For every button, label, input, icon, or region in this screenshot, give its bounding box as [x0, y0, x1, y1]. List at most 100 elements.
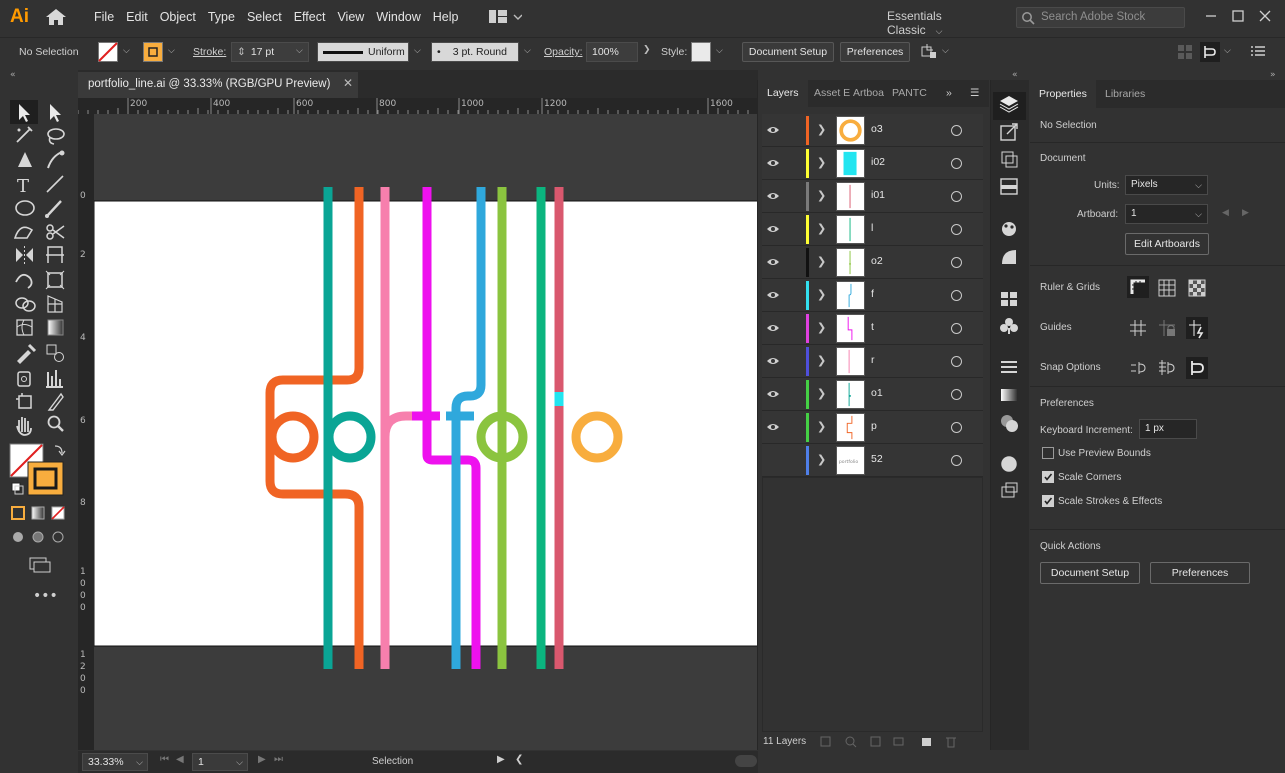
menu-view[interactable]: View [331, 0, 370, 34]
horizontal-scrollbar[interactable] [735, 755, 757, 767]
expand-arrow-icon[interactable]: ❯ [817, 320, 827, 335]
tab-properties[interactable]: Properties [1030, 80, 1096, 108]
expand-arrow-icon[interactable]: ❯ [817, 221, 827, 236]
layer-target-icon[interactable] [951, 290, 962, 301]
tab-artboards[interactable]: Artboa [853, 80, 884, 107]
visibility-eye-icon[interactable] [766, 157, 780, 169]
opacity-field[interactable]: 100% [586, 42, 638, 62]
layer-target-icon[interactable] [951, 389, 962, 400]
snap-to-point-icon[interactable] [1127, 357, 1149, 379]
grid-icon[interactable] [1156, 277, 1178, 299]
layer-row[interactable]: ❯ p [762, 411, 983, 444]
snap-to-pixel-active-icon[interactable] [1186, 357, 1208, 379]
expand-arrow-icon[interactable]: ❯ [817, 188, 827, 203]
layer-target-icon[interactable] [951, 422, 962, 433]
menu-type[interactable]: Type [202, 0, 241, 34]
visibility-eye-icon[interactable] [766, 322, 780, 334]
menu-window[interactable]: Window [370, 0, 426, 34]
layer-row[interactable]: ❯ l [762, 213, 983, 246]
visibility-eye-icon[interactable] [766, 256, 780, 268]
units-dropdown[interactable]: Pixels ⌵ [1125, 175, 1208, 195]
layer-name[interactable]: t [871, 321, 874, 333]
tab-libraries[interactable]: Libraries [1105, 80, 1145, 108]
artboard-dropdown-icon[interactable]: ⌵ [236, 754, 243, 770]
layer-row[interactable]: ❯ o1 [762, 378, 983, 411]
collapse-toolbar-icon[interactable]: « [10, 70, 16, 80]
maximize-icon[interactable] [1230, 8, 1246, 24]
layer-name[interactable]: i02 [871, 156, 885, 168]
first-artboard-icon[interactable]: ⏮ [160, 754, 169, 765]
horizontal-ruler[interactable]: 200 400 600 800 1000 1200 1600 [78, 98, 758, 114]
layer-target-icon[interactable] [951, 125, 962, 136]
layer-target-icon[interactable] [951, 257, 962, 268]
layer-name[interactable]: o2 [871, 255, 883, 267]
layer-target-icon[interactable] [951, 356, 962, 367]
layer-row[interactable]: ❯ o2 [762, 246, 983, 279]
menu-help[interactable]: Help [427, 0, 465, 34]
layer-name[interactable]: 52 [871, 453, 883, 465]
brush-definition[interactable]: • 3 pt. Round [431, 42, 519, 62]
visibility-eye-icon[interactable] [766, 388, 780, 400]
menu-edit[interactable]: Edit [120, 0, 154, 34]
quick-preferences-button[interactable]: Preferences [1150, 562, 1250, 584]
layer-row[interactable]: ❯ t [762, 312, 983, 345]
status-menu-icon[interactable]: ▶ [497, 754, 505, 765]
visibility-eye-icon[interactable] [766, 421, 780, 433]
expand-arrow-icon[interactable]: ❯ [817, 419, 827, 434]
layer-row[interactable]: ❯ i01 [762, 180, 983, 213]
close-tab-icon[interactable]: ✕ [341, 76, 355, 90]
last-artboard-icon[interactable]: ⏭ [274, 754, 283, 765]
layer-row[interactable]: ❯ i02 [762, 147, 983, 180]
minimize-icon[interactable] [1203, 8, 1219, 24]
layer-row[interactable]: ❯ portfolio 52 [762, 444, 983, 477]
artwork[interactable] [94, 114, 758, 750]
artboard-navigator[interactable]: 1 ⌵ [192, 753, 248, 771]
graphic-style-swatch[interactable] [691, 42, 711, 62]
transparency-grid-icon[interactable] [1186, 277, 1208, 299]
next-artboard-icon[interactable]: ▶ [258, 754, 266, 765]
expand-arrow-icon[interactable]: ❯ [817, 155, 827, 170]
expand-arrow-icon[interactable]: ❯ [817, 386, 827, 401]
layers-menu-icon[interactable]: ☰ [970, 80, 979, 107]
keyboard-increment-field[interactable]: 1 px [1139, 419, 1197, 439]
lock-guides-icon[interactable] [1156, 317, 1178, 339]
snap-to-grid-icon[interactable] [1156, 357, 1178, 379]
tab-asset-export[interactable]: Asset E [814, 80, 850, 107]
layer-target-icon[interactable] [951, 191, 962, 202]
edit-artboards-button[interactable]: Edit Artboards [1125, 233, 1209, 255]
menu-file[interactable]: File [88, 0, 120, 34]
variable-width-profile[interactable]: Uniform [317, 42, 409, 62]
stroke-dropdown-icon[interactable]: ⌵ [168, 46, 175, 56]
smart-guides-icon[interactable] [1186, 317, 1208, 339]
brush-dropdown-icon[interactable]: ⌵ [524, 46, 531, 56]
menu-select[interactable]: Select [241, 0, 288, 34]
visibility-eye-icon[interactable] [766, 190, 780, 202]
document-tab[interactable]: portfolio_line.ai @ 33.33% (RGB/GPU Prev… [78, 72, 358, 98]
menu-effect[interactable]: Effect [288, 0, 332, 34]
visibility-eye-icon[interactable] [766, 289, 780, 301]
scale-strokes-checkbox[interactable] [1042, 495, 1054, 507]
previous-artboard-icon[interactable]: ◀ [1222, 208, 1229, 218]
scroll-left-icon[interactable]: ❮ [515, 754, 523, 765]
stroke-label[interactable]: Stroke: [193, 46, 226, 58]
arrange-documents-icon[interactable] [488, 9, 522, 25]
layer-target-icon[interactable] [951, 323, 962, 334]
arrange-dropdown-icon[interactable]: ⌵ [942, 46, 949, 56]
layer-target-icon[interactable] [951, 224, 962, 235]
document-setup-button[interactable]: Document Setup [742, 42, 834, 62]
style-dropdown-icon[interactable]: ⌵ [716, 46, 723, 56]
use-preview-bounds-checkbox[interactable] [1042, 447, 1054, 459]
opacity-label[interactable]: Opacity: [544, 46, 583, 58]
expand-arrow-icon[interactable]: ❯ [817, 254, 827, 269]
layer-name[interactable]: o1 [871, 387, 883, 399]
artboard-dropdown[interactable]: 1 ⌵ [1125, 204, 1208, 224]
snap-to-pixel-icon[interactable] [1200, 42, 1220, 62]
layer-row[interactable]: ❯ r [762, 345, 983, 378]
stroke-weight-dropdown-icon[interactable]: ⌵ [296, 46, 303, 56]
preferences-button[interactable]: Preferences [840, 42, 910, 62]
tab-pantone[interactable]: PANTC [892, 80, 927, 107]
home-icon[interactable] [45, 8, 67, 26]
layer-name[interactable]: o3 [871, 123, 883, 135]
expand-arrow-icon[interactable]: ❯ [817, 452, 827, 467]
arrange-icon[interactable] [919, 42, 939, 62]
